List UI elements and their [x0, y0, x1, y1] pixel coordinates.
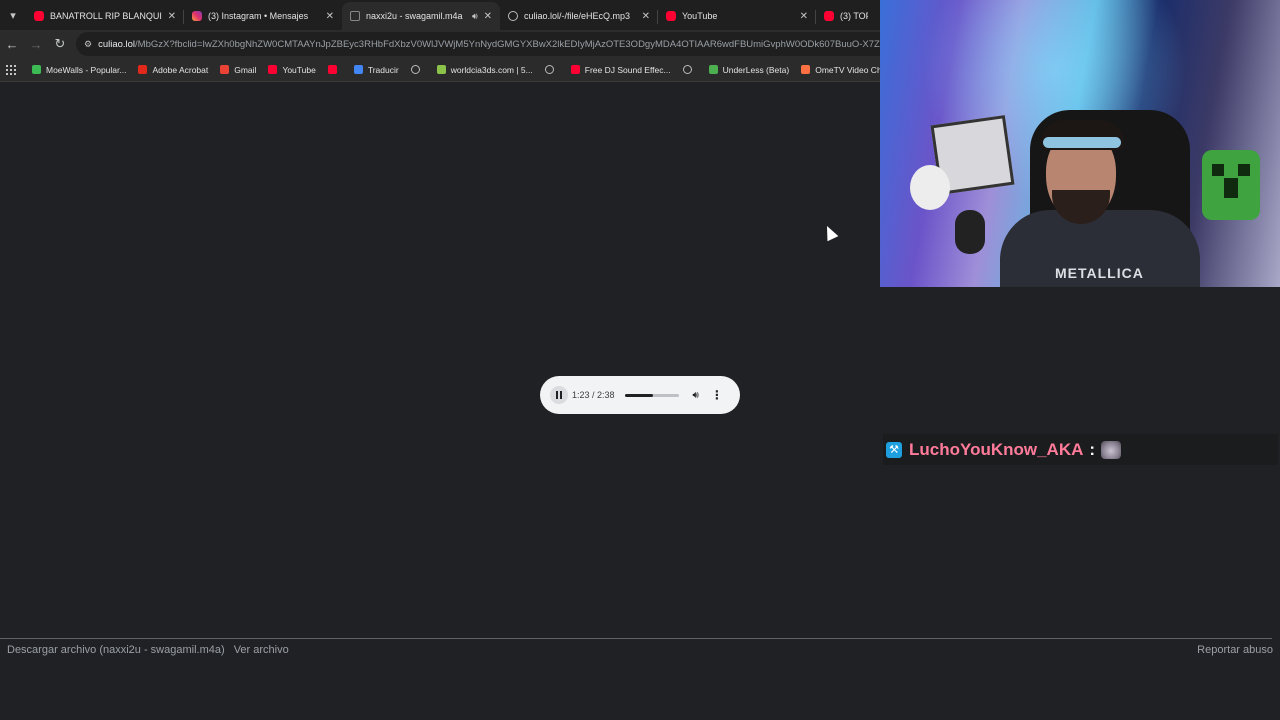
youtube-icon	[268, 65, 278, 74]
acrobat-icon	[138, 65, 148, 74]
view-file-link[interactable]: Ver archivo	[234, 644, 289, 656]
bookmark-label: Gmail	[234, 64, 257, 75]
emote-icon	[1101, 440, 1122, 459]
more-options-icon[interactable]: ⋮	[711, 388, 723, 402]
bookmark-item[interactable]: Traducir	[353, 64, 399, 75]
bookmark-label: OmeTV Video Chat...	[815, 64, 880, 75]
tab-banatroll[interactable]: BANATROLL RIP BLANQUITOS ✕	[26, 2, 184, 30]
underless-icon	[708, 65, 718, 74]
tab-youtube[interactable]: YouTube ✕	[658, 2, 816, 30]
youtube-icon	[824, 11, 834, 21]
download-file-link[interactable]: Descargar archivo (naxxi2u - swagamil.m4…	[7, 644, 225, 656]
apps-grid-icon[interactable]	[6, 64, 16, 75]
bookmark-item[interactable]	[327, 65, 342, 74]
reload-icon[interactable]: ↻	[48, 32, 72, 56]
globe-icon	[508, 11, 518, 21]
site-info-icon[interactable]: ⚙	[84, 39, 92, 50]
headband	[1043, 137, 1121, 148]
tab-search-chevron-icon[interactable]: ▾	[0, 0, 26, 30]
bookmark-item[interactable]	[682, 65, 697, 74]
audio-player[interactable]: 1:23 / 2:38 🔊︎ ⋮	[540, 376, 740, 414]
youtube-icon	[34, 11, 44, 21]
bookmarks-bar: MoeWalls - Popular... Adobe Acrobat Gmail Y…	[0, 58, 880, 82]
seek-slider[interactable]	[624, 393, 679, 397]
back-arrow-icon[interactable]: ←	[0, 32, 24, 56]
plush-toy	[910, 165, 950, 210]
close-icon[interactable]: ✕	[326, 11, 334, 22]
chat-message: ⚒ LuchoYouKnow_AKA :	[883, 434, 1278, 465]
youtube-icon	[666, 11, 676, 21]
creeper-plush	[1202, 150, 1260, 220]
webcam-overlay: METALLICA	[880, 0, 1280, 287]
tab-title: BANATROLL RIP BLANQUITOS	[50, 11, 162, 21]
bookmark-label: Adobe Acrobat	[152, 64, 209, 75]
tab-title: YouTube	[682, 11, 718, 21]
worldcia-icon	[436, 65, 446, 74]
instagram-icon	[192, 11, 202, 21]
bookmark-label: Free DJ Sound Effec...	[584, 64, 671, 75]
tab-swagamil[interactable]: naxxi2u - swagamil.m4a 🔊︎ ✕	[342, 2, 500, 30]
chat-username: LuchoYouKnow_AKA	[909, 439, 1084, 459]
tab-title: (3) Instagram • Mensajes	[208, 11, 309, 21]
bookmark-label: Traducir	[367, 64, 399, 75]
bookmark-item[interactable]: YouTube	[268, 64, 316, 75]
volume-icon[interactable]: 🔊︎	[693, 390, 699, 401]
screen: ▾ BANATROLL RIP BLANQUITOS ✕ (3) Instagr…	[0, 0, 1280, 720]
microphone	[955, 210, 985, 254]
tab-title: culiao.lol/-/file/eHEcQ.mp3	[524, 11, 631, 21]
bookmark-item[interactable]	[544, 65, 559, 74]
tab-topboy[interactable]: (3) TOPBOY	[816, 2, 876, 30]
close-icon[interactable]: ✕	[168, 11, 176, 22]
tab-title: (3) TOPBOY	[840, 11, 868, 21]
footer-divider	[0, 638, 1272, 639]
globe-icon	[410, 65, 420, 74]
gmail-icon	[220, 65, 230, 74]
bookmark-item[interactable]: Gmail	[220, 65, 256, 75]
bookmark-label: MoeWalls - Popular...	[46, 64, 127, 75]
bookmark-item[interactable]: Adobe Acrobat	[138, 65, 208, 75]
browser-toolbar: ← → ↻ ⚙ culiao.lol/MbGzX?fbclid=IwZXh0bg…	[0, 30, 880, 58]
globe-icon	[682, 65, 692, 74]
translate-icon	[353, 65, 363, 74]
file-icon	[350, 11, 360, 21]
bookmark-item[interactable]: MoeWalls - Popular...	[32, 65, 126, 75]
youtube-icon	[327, 65, 337, 74]
tab-title: naxxi2u - swagamil.m4a	[366, 11, 463, 21]
pause-button[interactable]	[550, 386, 568, 404]
close-icon[interactable]: ✕	[800, 11, 808, 22]
tab-culiao-mp3[interactable]: culiao.lol/-/file/eHEcQ.mp3 ✕	[500, 2, 658, 30]
ometv-icon	[801, 65, 811, 74]
close-icon[interactable]: ✕	[484, 11, 492, 22]
forward-arrow-icon[interactable]: →	[24, 32, 48, 56]
tab-instagram[interactable]: (3) Instagram • Mensajes ✕	[184, 2, 342, 30]
address-host: culiao.lol	[98, 38, 136, 50]
bookmark-item[interactable]: OmeTV Video Chat...	[801, 65, 880, 75]
bookmark-label: worldcia3ds.com | 5...	[450, 64, 533, 75]
time-display: 1:23 / 2:38	[572, 390, 615, 400]
badge-icon: ⚒	[886, 441, 902, 458]
shirt-logo: METALLICA	[1055, 265, 1144, 281]
address-path: /MbGzX?fbclid=IwZXh0bgNhZW0CMTAAYnJpZBEy…	[135, 38, 880, 50]
footer-links: Descargar archivo (naxxi2u - swagamil.m4…	[7, 644, 295, 656]
bookmark-item[interactable]: Free DJ Sound Effec...	[570, 64, 671, 75]
speaker-icon[interactable]: 🔊︎	[472, 11, 478, 22]
address-bar[interactable]: ⚙ culiao.lol/MbGzX?fbclid=IwZXh0bgNhZW0C…	[76, 32, 880, 56]
bookmark-item[interactable]: worldcia3ds.com | 5...	[436, 64, 533, 75]
tab-strip: ▾ BANATROLL RIP BLANQUITOS ✕ (3) Instagr…	[0, 0, 880, 30]
youtube-icon	[570, 65, 580, 74]
bookmark-label: UnderLess (Beta)	[722, 64, 790, 75]
bookmark-item[interactable]	[410, 65, 425, 74]
moewalls-icon	[32, 65, 41, 74]
bookmark-label: YouTube	[282, 64, 316, 75]
chat-separator: :	[1089, 439, 1096, 459]
seek-progress	[624, 393, 653, 397]
close-icon[interactable]: ✕	[642, 11, 650, 22]
report-abuse-link[interactable]: Reportar abuso	[1197, 644, 1273, 656]
bookmark-item[interactable]: UnderLess (Beta)	[708, 64, 790, 75]
globe-icon	[544, 65, 554, 74]
